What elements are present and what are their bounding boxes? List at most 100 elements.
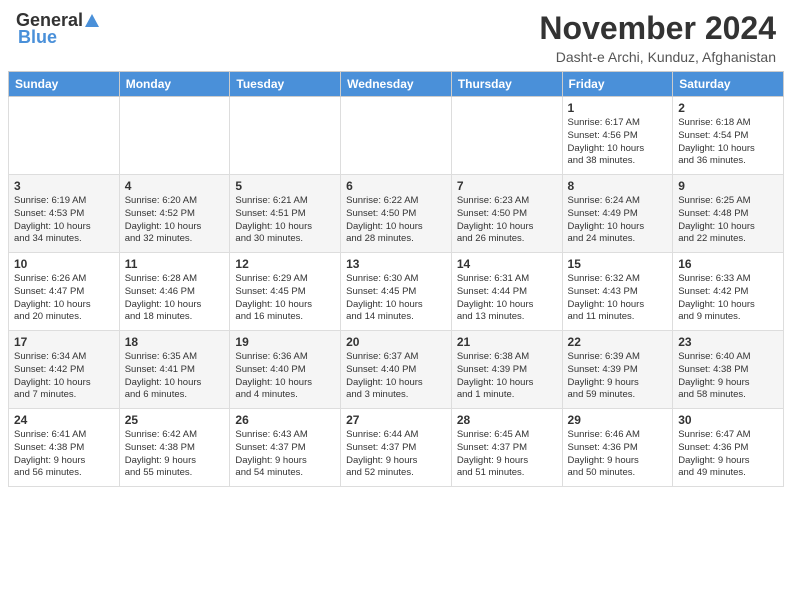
day-info: Sunrise: 6:19 AM Sunset: 4:53 PM Dayligh… bbox=[14, 195, 114, 246]
calendar-day-cell: 12Sunrise: 6:29 AM Sunset: 4:45 PM Dayli… bbox=[230, 253, 341, 331]
day-info: Sunrise: 6:21 AM Sunset: 4:51 PM Dayligh… bbox=[235, 195, 335, 246]
day-number: 24 bbox=[14, 413, 114, 427]
day-info: Sunrise: 6:22 AM Sunset: 4:50 PM Dayligh… bbox=[346, 195, 446, 246]
day-number: 14 bbox=[457, 257, 557, 271]
day-info: Sunrise: 6:38 AM Sunset: 4:39 PM Dayligh… bbox=[457, 351, 557, 402]
day-info: Sunrise: 6:44 AM Sunset: 4:37 PM Dayligh… bbox=[346, 429, 446, 480]
calendar-header-wednesday: Wednesday bbox=[341, 72, 452, 97]
calendar-header-friday: Friday bbox=[562, 72, 673, 97]
calendar-day-cell: 26 Sunrise: 6:43 AM Sunset: 4:37 PM Dayli… bbox=[230, 409, 341, 487]
day-number: 17 bbox=[14, 335, 114, 349]
calendar-day-cell: 20Sunrise: 6:37 AM Sunset: 4:40 PM Dayli… bbox=[341, 331, 452, 409]
day-number: 22 bbox=[568, 335, 668, 349]
calendar-day-cell bbox=[341, 97, 452, 175]
calendar-day-cell: 24 Sunrise: 6:41 AM Sunset: 4:38 PM Dayli… bbox=[9, 409, 120, 487]
day-number: 6 bbox=[346, 179, 446, 193]
calendar-day-cell: 3 Sunrise: 6:19 AM Sunset: 4:53 PM Daylig… bbox=[9, 175, 120, 253]
day-info: Sunrise: 6:24 AM Sunset: 4:49 PM Dayligh… bbox=[568, 195, 668, 246]
day-info: Sunrise: 6:18 AM Sunset: 4:54 PM Dayligh… bbox=[678, 117, 778, 168]
calendar-day-cell: 7 Sunrise: 6:23 AM Sunset: 4:50 PM Daylig… bbox=[451, 175, 562, 253]
day-info: Sunrise: 6:35 AM Sunset: 4:41 PM Dayligh… bbox=[125, 351, 225, 402]
day-info: Sunrise: 6:23 AM Sunset: 4:50 PM Dayligh… bbox=[457, 195, 557, 246]
calendar-day-cell: 6 Sunrise: 6:22 AM Sunset: 4:50 PM Daylig… bbox=[341, 175, 452, 253]
day-info: Sunrise: 6:17 AM Sunset: 4:56 PM Dayligh… bbox=[568, 117, 668, 168]
calendar-day-cell: 30 Sunrise: 6:47 AM Sunset: 4:36 PM Dayli… bbox=[673, 409, 784, 487]
day-info: Sunrise: 6:31 AM Sunset: 4:44 PM Dayligh… bbox=[457, 273, 557, 324]
calendar-header-monday: Monday bbox=[119, 72, 230, 97]
day-info: Sunrise: 6:40 AM Sunset: 4:38 PM Dayligh… bbox=[678, 351, 778, 402]
calendar-day-cell: 2 Sunrise: 6:18 AM Sunset: 4:54 PM Daylig… bbox=[673, 97, 784, 175]
calendar-week-row: 17 Sunrise: 6:34 AM Sunset: 4:42 PM Dayli… bbox=[9, 331, 784, 409]
day-info: Sunrise: 6:39 AM Sunset: 4:39 PM Dayligh… bbox=[568, 351, 668, 402]
calendar-week-row: 24 Sunrise: 6:41 AM Sunset: 4:38 PM Dayli… bbox=[9, 409, 784, 487]
day-number: 25 bbox=[125, 413, 225, 427]
day-info: Sunrise: 6:45 AM Sunset: 4:37 PM Dayligh… bbox=[457, 429, 557, 480]
day-info: Sunrise: 6:28 AM Sunset: 4:46 PM Dayligh… bbox=[125, 273, 225, 324]
calendar-day-cell: 1 Sunrise: 6:17 AM Sunset: 4:56 PM Daylig… bbox=[562, 97, 673, 175]
day-number: 5 bbox=[235, 179, 335, 193]
day-info: Sunrise: 6:34 AM Sunset: 4:42 PM Dayligh… bbox=[14, 351, 114, 402]
calendar-day-cell: 25 Sunrise: 6:42 AM Sunset: 4:38 PM Dayli… bbox=[119, 409, 230, 487]
calendar-day-cell: 5 Sunrise: 6:21 AM Sunset: 4:51 PM Daylig… bbox=[230, 175, 341, 253]
day-number: 30 bbox=[678, 413, 778, 427]
day-number: 7 bbox=[457, 179, 557, 193]
day-info: Sunrise: 6:46 AM Sunset: 4:36 PM Dayligh… bbox=[568, 429, 668, 480]
calendar-header-tuesday: Tuesday bbox=[230, 72, 341, 97]
calendar-header-thursday: Thursday bbox=[451, 72, 562, 97]
page-subtitle: Dasht-e Archi, Kunduz, Afghanistan bbox=[539, 49, 776, 65]
day-number: 18 bbox=[125, 335, 225, 349]
calendar-day-cell bbox=[230, 97, 341, 175]
title-area: November 2024 Dasht-e Archi, Kunduz, Afg… bbox=[539, 10, 776, 65]
calendar-day-cell: 14 Sunrise: 6:31 AM Sunset: 4:44 PM Dayli… bbox=[451, 253, 562, 331]
day-number: 27 bbox=[346, 413, 446, 427]
day-info: Sunrise: 6:30 AM Sunset: 4:45 PM Dayligh… bbox=[346, 273, 446, 324]
day-info: Sunrise: 6:41 AM Sunset: 4:38 PM Dayligh… bbox=[14, 429, 114, 480]
calendar-day-cell bbox=[9, 97, 120, 175]
calendar-header-saturday: Saturday bbox=[673, 72, 784, 97]
calendar-day-cell: 9 Sunrise: 6:25 AM Sunset: 4:48 PM Daylig… bbox=[673, 175, 784, 253]
day-number: 8 bbox=[568, 179, 668, 193]
day-info: Sunrise: 6:20 AM Sunset: 4:52 PM Dayligh… bbox=[125, 195, 225, 246]
day-info: Sunrise: 6:43 AM Sunset: 4:37 PM Dayligh… bbox=[235, 429, 335, 480]
calendar-day-cell: 22 Sunrise: 6:39 AM Sunset: 4:39 PM Dayli… bbox=[562, 331, 673, 409]
calendar-week-row: 1 Sunrise: 6:17 AM Sunset: 4:56 PM Daylig… bbox=[9, 97, 784, 175]
calendar-week-row: 10 Sunrise: 6:26 AM Sunset: 4:47 PM Dayli… bbox=[9, 253, 784, 331]
calendar-day-cell: 13 Sunrise: 6:30 AM Sunset: 4:45 PM Dayli… bbox=[341, 253, 452, 331]
day-number: 13 bbox=[346, 257, 446, 271]
logo-triangle-icon bbox=[84, 13, 100, 29]
calendar-day-cell: 27 Sunrise: 6:44 AM Sunset: 4:37 PM Dayli… bbox=[341, 409, 452, 487]
day-number: 11 bbox=[125, 257, 225, 271]
calendar-day-cell: 28 Sunrise: 6:45 AM Sunset: 4:37 PM Dayli… bbox=[451, 409, 562, 487]
logo-blue-text: Blue bbox=[18, 27, 57, 48]
day-number: 19 bbox=[235, 335, 335, 349]
calendar-week-row: 3 Sunrise: 6:19 AM Sunset: 4:53 PM Daylig… bbox=[9, 175, 784, 253]
calendar-day-cell: 29 Sunrise: 6:46 AM Sunset: 4:36 PM Dayli… bbox=[562, 409, 673, 487]
day-number: 16 bbox=[678, 257, 778, 271]
day-info: Sunrise: 6:47 AM Sunset: 4:36 PM Dayligh… bbox=[678, 429, 778, 480]
day-number: 3 bbox=[14, 179, 114, 193]
day-number: 9 bbox=[678, 179, 778, 193]
calendar-wrapper: SundayMondayTuesdayWednesdayThursdayFrid… bbox=[0, 71, 792, 495]
day-number: 23 bbox=[678, 335, 778, 349]
day-number: 1 bbox=[568, 101, 668, 115]
calendar-day-cell bbox=[119, 97, 230, 175]
day-info: Sunrise: 6:29 AM Sunset: 4:45 PM Dayligh… bbox=[235, 273, 335, 324]
calendar-header-row: SundayMondayTuesdayWednesdayThursdayFrid… bbox=[9, 72, 784, 97]
day-number: 26 bbox=[235, 413, 335, 427]
day-number: 15 bbox=[568, 257, 668, 271]
day-info: Sunrise: 6:32 AM Sunset: 4:43 PM Dayligh… bbox=[568, 273, 668, 324]
day-number: 21 bbox=[457, 335, 557, 349]
day-number: 29 bbox=[568, 413, 668, 427]
calendar-day-cell: 17 Sunrise: 6:34 AM Sunset: 4:42 PM Dayli… bbox=[9, 331, 120, 409]
day-info: Sunrise: 6:25 AM Sunset: 4:48 PM Dayligh… bbox=[678, 195, 778, 246]
calendar-day-cell: 8 Sunrise: 6:24 AM Sunset: 4:49 PM Daylig… bbox=[562, 175, 673, 253]
day-info: Sunrise: 6:26 AM Sunset: 4:47 PM Dayligh… bbox=[14, 273, 114, 324]
day-info: Sunrise: 6:42 AM Sunset: 4:38 PM Dayligh… bbox=[125, 429, 225, 480]
day-number: 2 bbox=[678, 101, 778, 115]
day-number: 10 bbox=[14, 257, 114, 271]
calendar-day-cell: 10 Sunrise: 6:26 AM Sunset: 4:47 PM Dayli… bbox=[9, 253, 120, 331]
day-info: Sunrise: 6:36 AM Sunset: 4:40 PM Dayligh… bbox=[235, 351, 335, 402]
calendar-day-cell: 16Sunrise: 6:33 AM Sunset: 4:42 PM Dayli… bbox=[673, 253, 784, 331]
day-info: Sunrise: 6:37 AM Sunset: 4:40 PM Dayligh… bbox=[346, 351, 446, 402]
day-number: 28 bbox=[457, 413, 557, 427]
